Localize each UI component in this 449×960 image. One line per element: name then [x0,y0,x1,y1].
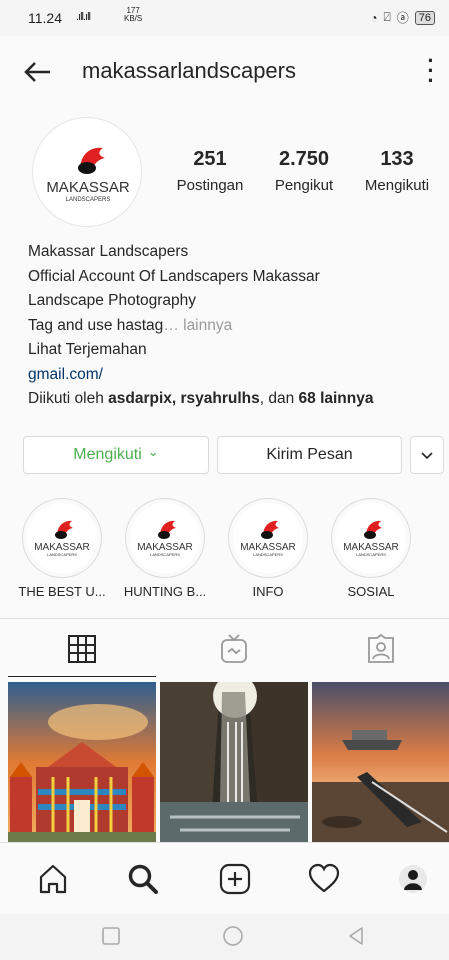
bio-line-3: Tag and use hastag… lainnya [28,314,374,339]
bio-website-link[interactable]: gmail.com/ [28,363,374,388]
add-post-icon [219,863,251,895]
active-tab-indicator [8,676,156,677]
logo-subtext: LANDSCAPERS [253,552,283,557]
logo-text: MAKASSAR [46,179,130,196]
post-thumbnail[interactable] [312,682,449,842]
stat-following-label: Mengikuti [364,177,430,194]
bottom-navigation [0,842,449,914]
tab-grid[interactable] [8,619,156,679]
nav-new-post[interactable] [213,857,257,901]
tab-igtv[interactable] [160,619,308,679]
tagged-icon [367,634,394,663]
bio-more-link[interactable]: … lainnya [163,317,232,334]
stat-posts-label: Postingan [176,177,244,194]
stat-followers[interactable]: 2.750 Pengikut [265,148,343,194]
nav-search[interactable] [121,857,165,901]
system-navigation [0,914,449,960]
data-icon: ⓐ [396,11,409,25]
makassar-logo-icon: MAKASSAR LANDSCAPERS [46,147,130,203]
profile-bio: Makassar Landscapers Official Account Of… [28,240,374,412]
stat-posts[interactable]: 251 Postingan [167,148,253,194]
back-button-icon[interactable] [344,924,368,948]
search-icon [128,864,158,894]
highlight-2[interactable]: MAKASSAR LANDSCAPERS [125,498,205,578]
highlight-3-label: INFO [252,584,284,599]
post-image-waterfall [160,682,308,842]
stat-followers-label: Pengikut [274,177,334,194]
chevron-down-icon [421,452,433,460]
status-time: 11.24 [28,10,62,26]
recent-apps-icon[interactable] [99,924,123,948]
home-button-icon[interactable] [221,924,245,948]
suggested-dropdown-button[interactable] [410,436,444,474]
logo-subtext: LANDSCAPERS [150,552,180,557]
message-button[interactable]: Kirim Pesan [217,436,402,474]
highlight-4[interactable]: MAKASSAR LANDSCAPERS [331,498,411,578]
top-bar: makassarlandscapers · · · [0,36,449,108]
following-button-label: Mengikuti [73,446,142,463]
post-image-mosque [8,682,156,842]
makassar-logo-icon: MAKASSAR LANDSCAPERS [34,520,90,557]
stat-following[interactable]: 133 Mengikuti [353,148,441,194]
vibrate-icon: ⍁ [383,10,391,24]
heart-icon [308,863,340,893]
highlight-4-label: SOSIAL [347,584,395,599]
followed-by-users: asdarpix, rsyahrulhs [108,390,260,407]
logo-subtext: LANDSCAPERS [356,552,386,557]
post-thumbnail[interactable] [8,682,156,842]
battery-icon: 76 [414,10,435,25]
message-button-label: Kirim Pesan [266,446,353,463]
highlight-1-label: THE BEST U... [18,584,106,599]
bio-line-2: Landscape Photography [28,292,197,309]
more-options-icon[interactable]: · · · [421,50,441,92]
post-thumbnail[interactable] [160,682,308,842]
profile-avatar-icon [399,865,427,893]
net-speed: 177 KB/S [124,7,142,23]
stat-following-value: 133 [380,148,414,170]
status-bar: 11.24 .ıll.ıll 177 KB/S ◔ ⍁ ⓐ 76 [0,0,449,36]
followed-by-count: 68 lainnya [298,390,374,407]
profile-username: makassarlandscapers [82,58,296,83]
followed-by-mid: , dan [259,390,299,407]
bio-line-3-text: Tag and use hastag [28,316,164,334]
makassar-logo-icon: MAKASSAR LANDSCAPERS [137,520,193,557]
chevron-down-icon: ⌄ [147,444,159,459]
status-right: ◔ ⍁ ⓐ 76 [370,9,435,26]
tab-tagged[interactable] [312,619,449,679]
bio-name: Makassar Landscapers [28,243,189,260]
nav-home[interactable] [31,857,75,901]
highlight-1[interactable]: MAKASSAR LANDSCAPERS [22,498,102,578]
signal-icon: .ıll.ıll [76,11,91,23]
home-icon [39,864,67,894]
translate-link[interactable]: Lihat Terjemahan [28,338,374,363]
nav-profile[interactable] [391,857,435,901]
followed-by[interactable]: Diikuti oleh asdarpix, rsyahrulhs, dan 6… [28,387,374,412]
stat-posts-value: 251 [193,148,227,170]
logo-subtext: LANDSCAPERS [47,552,77,557]
logo-subtext: LANDSCAPERS [66,197,111,203]
highlight-2-label: HUNTING B... [123,584,207,599]
highlight-3[interactable]: MAKASSAR LANDSCAPERS [228,498,308,578]
makassar-logo-icon: MAKASSAR LANDSCAPERS [240,520,296,557]
followed-by-prefix: Diikuti oleh [28,390,109,407]
bio-line-1: Official Account Of Landscapers Makassar [28,267,320,285]
nav-activity[interactable] [302,857,346,901]
post-image-shipwreck [312,682,449,842]
profile-avatar[interactable]: MAKASSAR LANDSCAPERS [32,117,142,227]
alarm-icon: ◔ [370,10,378,25]
profile-tabs [0,618,449,678]
back-arrow-icon[interactable] [20,54,56,90]
net-speed-unit: KB/S [124,14,143,23]
makassar-logo-icon: MAKASSAR LANDSCAPERS [343,520,399,557]
following-button[interactable]: Mengikuti ⌄ [23,436,209,474]
stat-followers-value: 2.750 [278,148,330,170]
grid-icon [68,635,96,663]
igtv-icon [221,634,247,663]
photo-grid [8,682,449,842]
